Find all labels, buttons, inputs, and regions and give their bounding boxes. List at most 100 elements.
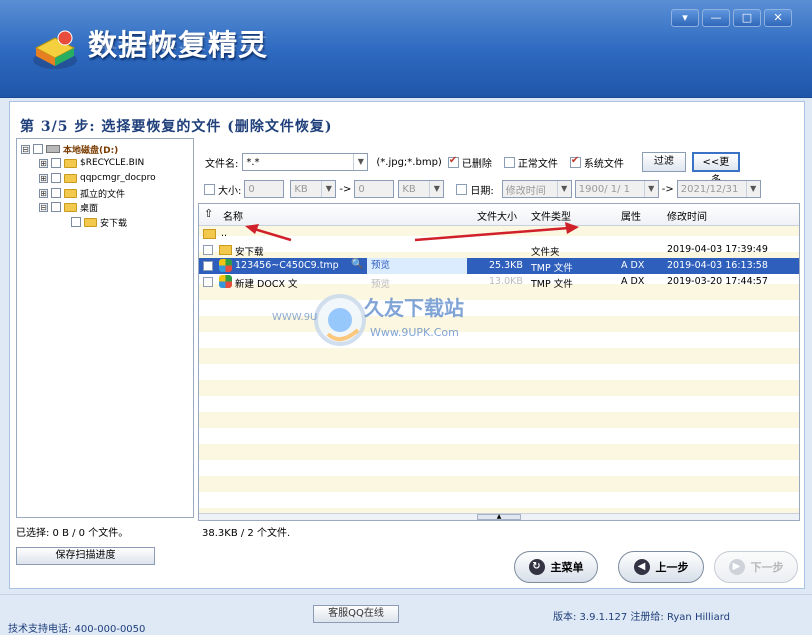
cell-attr: A DX [621, 276, 645, 287]
main-menu-label: 主菜单 [550, 561, 584, 574]
filter-button[interactable]: 过滤 [641, 152, 686, 172]
table-row[interactable]: 123456~C450C9.tmp 🔍 预览 25.3KB TMP 文件 A D… [199, 258, 799, 274]
chevron-down-icon[interactable]: ▼ [321, 181, 335, 197]
tree-item-label: 安下载 [100, 218, 128, 229]
filter-row-name: 文件名: *.* ▼ (*.jpg;*.bmp) 已删除 正常文件 系统文件 过… [205, 152, 740, 186]
filename-value[interactable]: *.* [243, 157, 353, 168]
watermark-url-left: WWW.9U [272, 312, 318, 323]
close-button[interactable]: ✕ [764, 9, 792, 27]
tree-item-anxiazai[interactable]: 安下载 [71, 215, 127, 229]
chevron-down-icon[interactable]: ▼ [643, 181, 658, 197]
selected-status: 已选择: 0 B / 0 个文件。 [16, 528, 129, 539]
main-menu-button[interactable]: ↻ 主菜单 [514, 551, 598, 583]
tree-item-qqpcmgr[interactable]: ⊞ qqpcmgr_docpro [39, 171, 156, 185]
next-step-button[interactable]: ▶ 下一步 [714, 551, 798, 583]
tree-item-orphan[interactable]: ⊞ 孤立的文件 [39, 186, 125, 200]
normal-files-label: 正常文件 [517, 158, 558, 170]
tree-checkbox[interactable] [51, 173, 61, 183]
tree-checkbox[interactable] [51, 202, 61, 212]
minimize-button[interactable]: — [702, 9, 730, 27]
folder-icon [219, 245, 232, 255]
maximize-button[interactable]: □ [733, 9, 761, 27]
refresh-icon: ↻ [528, 559, 545, 575]
preview-link[interactable]: 预览 [371, 276, 390, 290]
table-row[interactable]: 新建 DOCX 文 预览 13.0KB TMP 文件 A DX 2019-03-… [199, 274, 799, 290]
date-checkbox[interactable] [456, 183, 468, 195]
tree-checkbox[interactable] [51, 158, 61, 168]
cell-name: 123456~C450C9.tmp [235, 260, 339, 271]
cell-type: TMP 文件 [531, 263, 573, 274]
tree-expander[interactable]: ⊞ [39, 173, 48, 183]
watermark-logo-icon [314, 294, 366, 346]
filename-label: 文件名: [205, 158, 239, 170]
folder-tree[interactable]: ⊟ 本地磁盘(D:) ⊞ $RECYCLE.BIN ⊞ qqpcmgr_docp… [16, 138, 194, 518]
tree-checkbox[interactable] [51, 188, 61, 198]
size-from-input[interactable] [244, 180, 285, 198]
date-to-picker[interactable]: 2021/12/31 ▼ [676, 180, 761, 198]
size-checkbox[interactable] [204, 183, 215, 195]
size-unit-to-select[interactable]: KB ▼ [398, 180, 445, 198]
qq-support-button[interactable]: 客服QQ在线 [313, 605, 399, 623]
tree-expander[interactable]: ⊟ [21, 144, 30, 154]
save-scan-progress-button[interactable]: 保存扫描进度 [16, 547, 155, 565]
chevron-down-icon[interactable]: ▼ [429, 181, 443, 197]
size-to-input[interactable] [354, 180, 395, 198]
filter-row-size-date: 大小: KB ▼ -> KB ▼ 日期: 修改时间 ▼ 1900/ 1/ 1 ▼… [204, 180, 761, 198]
more-button[interactable]: <<更多 [691, 152, 740, 186]
up-arrow-icon[interactable]: ⇧ [204, 207, 213, 220]
prev-step-button[interactable]: ◀ 上一步 [618, 551, 704, 583]
filename-hint: (*.jpg;*.bmp) [376, 156, 442, 168]
chevron-down-icon[interactable]: ▼ [745, 181, 760, 197]
scroll-grip-icon[interactable]: ▲ [477, 514, 521, 520]
tree-item-desktop[interactable]: ⊟ 桌面 [39, 200, 98, 214]
chevron-down-icon[interactable]: ▼ [556, 181, 571, 197]
tree-item-drive[interactable]: ⊟ 本地磁盘(D:) [21, 142, 118, 156]
tree-item-label: $RECYCLE.BIN [80, 158, 145, 168]
tree-checkbox[interactable] [33, 144, 43, 154]
tree-item-label: 桌面 [80, 203, 99, 214]
size-label: 大小: [218, 185, 242, 197]
filename-combo[interactable]: *.* ▼ [242, 153, 369, 171]
date-range-arrow: -> [661, 183, 674, 195]
tree-item-recycle[interactable]: ⊞ $RECYCLE.BIN [39, 156, 144, 170]
chevron-down-icon[interactable]: ▼ [353, 154, 367, 170]
cell-mtime: 2019-03-20 17:44:57 [667, 276, 768, 287]
deleted-checkbox[interactable] [447, 155, 459, 168]
horizontal-scrollbar[interactable]: ▲ [199, 513, 799, 520]
file-icon [219, 259, 232, 272]
watermark: 久友下载站 WWW.9U Www.9UPK.Com [272, 290, 520, 360]
row-checkbox[interactable] [203, 245, 213, 255]
tree-expander[interactable]: ⊞ [39, 188, 48, 198]
version-info: 版本: 3.9.1.127 注册给: Ryan Hilliard [553, 612, 730, 623]
size-range-arrow: -> [339, 183, 352, 195]
date-from-picker[interactable]: 1900/ 1/ 1 ▼ [574, 180, 659, 198]
parent-dir-label: .. [221, 228, 228, 239]
size-unit-from-select[interactable]: KB ▼ [290, 180, 337, 198]
column-header-attr[interactable]: 属性 [621, 208, 641, 223]
row-checkbox[interactable] [203, 261, 213, 271]
row-checkbox[interactable] [203, 277, 213, 287]
tree-item-label: 孤立的文件 [80, 189, 126, 200]
app-logo-icon [30, 26, 80, 72]
preview-link[interactable]: 预览 [367, 258, 467, 274]
window-controls: ▾ — □ ✕ [671, 9, 792, 27]
magnifier-icon[interactable]: 🔍 [351, 259, 364, 272]
folder-icon [64, 202, 77, 212]
folder-icon [203, 229, 216, 239]
tree-expander[interactable]: ⊞ [39, 158, 48, 168]
tree-checkbox[interactable] [71, 217, 81, 227]
tree-expander[interactable]: ⊟ [39, 202, 48, 212]
normal-files-checkbox[interactable] [503, 156, 515, 168]
arrow-left-icon: ◀ [633, 559, 650, 575]
file-list[interactable]: ⇧ 名称 文件大小 文件类型 属性 修改时间 .. 安下载 文件夹 2019-0… [198, 203, 800, 521]
file-icon [219, 275, 232, 288]
menu-dropdown-button[interactable]: ▾ [671, 9, 699, 27]
cell-size: 25.3KB [489, 260, 523, 271]
system-files-checkbox[interactable] [569, 155, 581, 168]
watermark-brand: 久友下载站 [364, 296, 464, 320]
next-step-label: 下一步 [750, 561, 784, 574]
column-header-mtime[interactable]: 修改时间 [667, 208, 707, 223]
red-annotation-arrows [245, 222, 579, 242]
arrow-right-icon: ▶ [728, 559, 745, 575]
date-type-select[interactable]: 修改时间 ▼ [501, 180, 572, 198]
